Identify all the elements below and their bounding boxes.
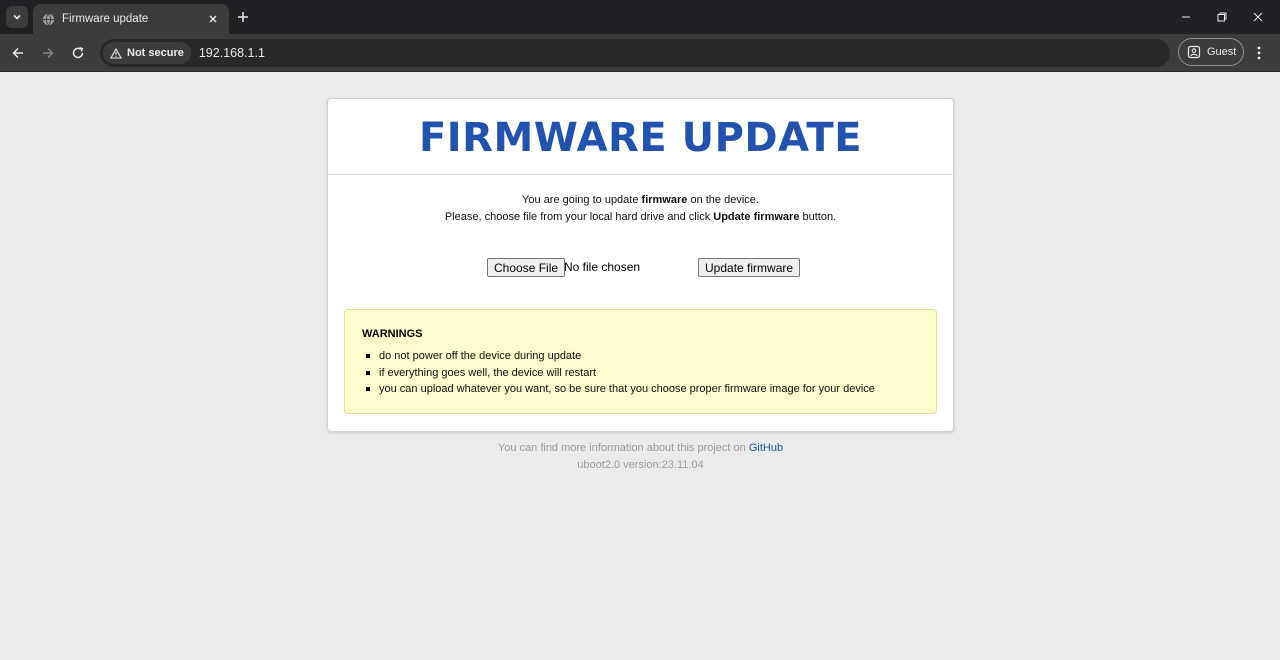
choose-file-button[interactable]: Choose File <box>487 258 566 277</box>
intro-line-1-bold: firmware <box>641 194 688 206</box>
kebab-menu-icon <box>1257 46 1261 60</box>
page-title: FIRMWARE UPDATE <box>418 114 863 161</box>
globe-icon <box>41 12 55 26</box>
minimize-button[interactable] <box>1174 6 1198 28</box>
intro-line-2: Please, choose file from your local hard… <box>328 209 953 226</box>
reload-button[interactable] <box>67 42 89 64</box>
intro-line-1-prefix: You are going to update <box>522 194 642 206</box>
footer-info-text: You can find more information about this… <box>497 442 749 454</box>
bullet-icon <box>366 387 370 391</box>
warning-text: do not power off the device during updat… <box>379 350 582 362</box>
intro-line-2-prefix: Please, choose file from your local hard… <box>444 210 714 223</box>
bullet-icon <box>366 370 370 375</box>
tab-strip: Firmware update <box>0 0 1280 34</box>
warnings-title: WARNINGS <box>362 328 423 340</box>
restore-button[interactable] <box>1210 6 1234 28</box>
address-bar[interactable]: Not secure 192.168.1.1 <box>100 39 1170 67</box>
warning-item: do not power off the device during updat… <box>362 348 919 365</box>
minimize-icon <box>1182 16 1190 18</box>
close-icon <box>1253 12 1263 22</box>
version-text: uboot2.0 version:23.11.04 <box>577 458 704 471</box>
footer-info: You can find more information about this… <box>327 440 954 457</box>
restore-icon <box>1217 12 1227 22</box>
guest-profile-icon <box>1187 45 1201 59</box>
warnings-list: do not power off the device during updat… <box>362 348 919 398</box>
back-button[interactable] <box>7 42 29 64</box>
forward-button[interactable] <box>37 42 59 64</box>
chevron-down-icon <box>13 14 21 20</box>
intro-text: You are going to update firmware on the … <box>328 192 953 225</box>
warning-item: if everything goes well, the device will… <box>362 365 919 382</box>
card-header: FIRMWARE UPDATE <box>328 99 953 175</box>
file-status-text: No file chosen <box>564 260 641 274</box>
arrow-left-icon <box>12 47 23 59</box>
menu-button[interactable] <box>1252 42 1266 64</box>
profile-button[interactable]: Guest <box>1178 38 1244 66</box>
security-chip[interactable]: Not secure <box>103 42 191 64</box>
warning-triangle-icon <box>110 47 122 59</box>
arrow-right-icon <box>43 47 54 59</box>
update-firmware-button[interactable]: Update firmware <box>698 258 801 277</box>
browser-toolbar: Not secure 192.168.1.1 Guest <box>0 34 1280 72</box>
page-footer: You can find more information about this… <box>327 440 954 473</box>
github-link[interactable]: GitHub <box>749 442 783 454</box>
warnings-box: WARNINGS do not power off the device dur… <box>344 309 937 414</box>
intro-line-1-suffix: on the device. <box>687 194 759 206</box>
warning-item: you can upload whatever you want, so be … <box>362 381 919 398</box>
upload-form: Choose File No file chosen Update firmwa… <box>328 258 953 288</box>
tab-search-button[interactable] <box>6 6 28 28</box>
url-text: 192.168.1.1 <box>198 46 265 60</box>
intro-line-1: You are going to update firmware on the … <box>328 192 953 209</box>
profile-label: Guest <box>1207 46 1237 58</box>
close-tab-icon[interactable] <box>205 11 221 27</box>
new-tab-button[interactable] <box>234 8 252 26</box>
close-window-button[interactable] <box>1246 6 1270 28</box>
plus-icon <box>238 12 248 22</box>
reload-icon <box>72 47 84 59</box>
intro-line-2-suffix: button. <box>799 210 837 223</box>
bullet-icon <box>366 354 370 358</box>
tab-title: Firmware update <box>62 13 149 25</box>
tab-firmware-update[interactable]: Firmware update <box>33 4 229 34</box>
warning-text: you can upload whatever you want, so be … <box>379 383 875 395</box>
security-label: Not secure <box>127 47 184 59</box>
firmware-update-card: FIRMWARE UPDATE You are going to update … <box>327 98 954 432</box>
warning-text: if everything goes well, the device will… <box>379 366 597 379</box>
intro-line-2-bold: Update firmware <box>713 210 800 223</box>
